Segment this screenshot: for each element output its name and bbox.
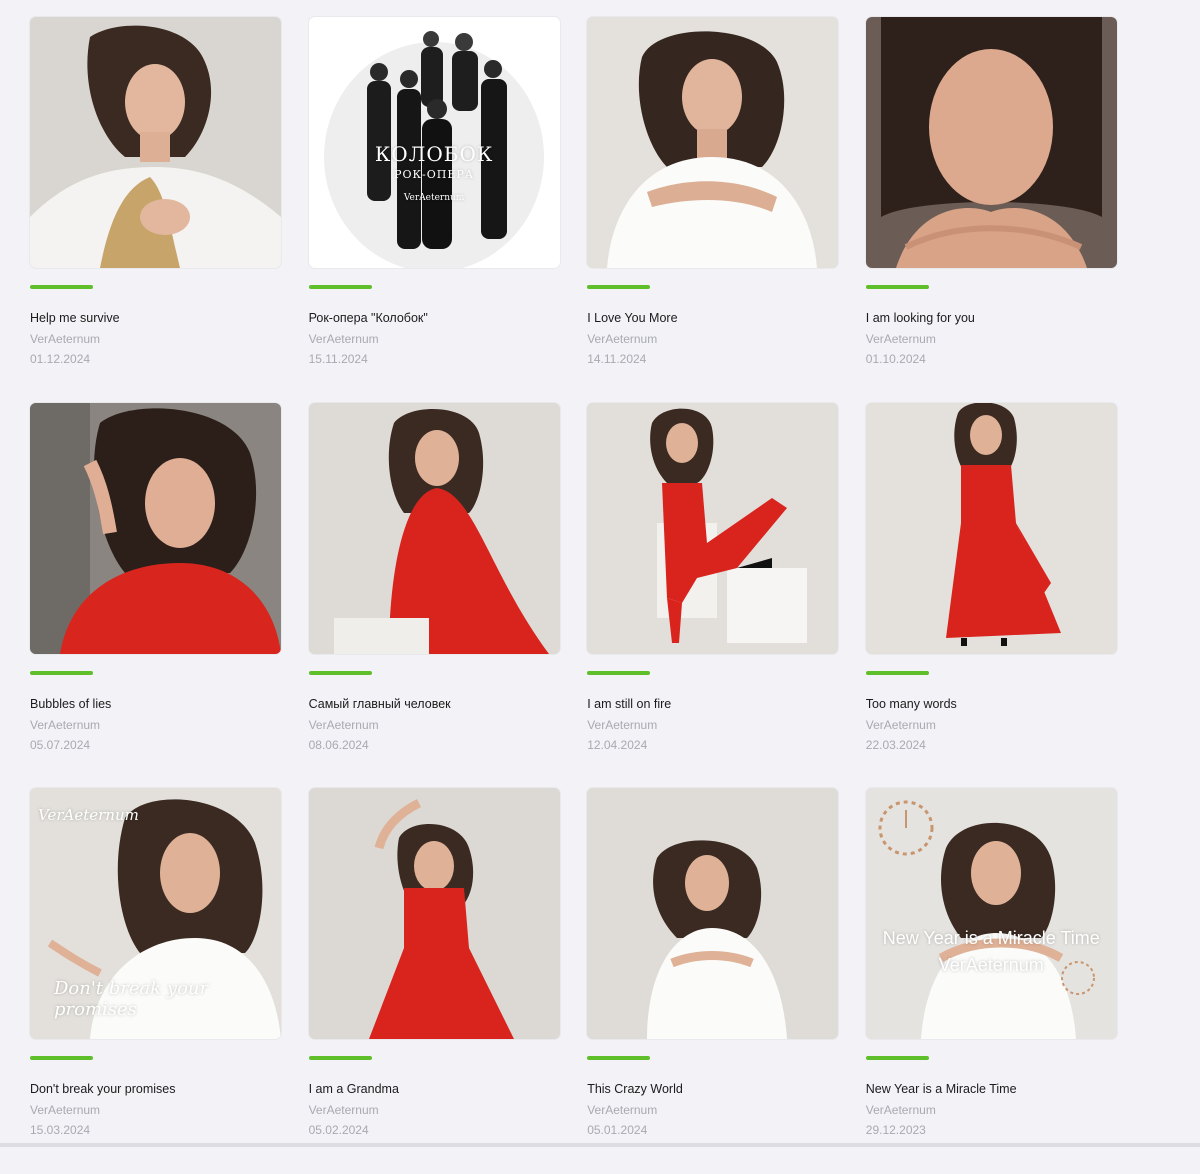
accent-bar — [587, 1056, 651, 1060]
album-date: 22.03.2024 — [865, 737, 926, 752]
album-date: 01.10.2024 — [865, 352, 926, 366]
album-cover[interactable] — [587, 788, 839, 1039]
album-card[interactable]: VerAeternum Don't break your promises Do… — [30, 788, 281, 1174]
album-title[interactable]: Don't break your promises — [30, 1082, 176, 1096]
accent-bar — [587, 285, 651, 289]
album-title[interactable]: This Crazy World — [587, 1082, 683, 1096]
cover-image — [865, 402, 1117, 654]
album-date: 01.12.2024 — [30, 352, 91, 366]
cover-overlay-brand: VerAeternum — [403, 193, 465, 203]
album-title[interactable]: Bubbles of lies — [30, 697, 111, 711]
cover-overlay-caption: Don't break your promises — [54, 978, 209, 1020]
album-artist[interactable]: VerAeternum — [30, 718, 100, 732]
album-artist[interactable]: VerAeternum — [587, 718, 657, 732]
album-artist[interactable]: VerAeternum — [309, 718, 379, 732]
album-cover[interactable] — [30, 17, 281, 268]
accent-bar — [308, 285, 372, 289]
cover-image — [587, 17, 839, 268]
album-artist[interactable]: VerAeternum — [30, 1103, 100, 1117]
album-title[interactable]: New Year is a Miracle Time — [866, 1082, 1017, 1096]
album-card[interactable]: I am a Grandma VerAeternum 05.02.2024 — [308, 788, 560, 1174]
album-date: 15.03.2024 — [30, 1123, 91, 1137]
album-artist[interactable]: VerAeternum — [587, 332, 657, 346]
album-card[interactable]: I am looking for you VerAeternum 01.10.2… — [865, 17, 1117, 403]
album-date: 05.02.2024 — [308, 1123, 369, 1137]
accent-bar — [30, 285, 93, 289]
album-cover[interactable] — [865, 17, 1117, 268]
album-artist[interactable]: VerAeternum — [309, 1103, 379, 1117]
album-artist[interactable]: VerAeternum — [866, 332, 936, 346]
album-card[interactable]: Самый главный человек VerAeternum 08.06.… — [308, 402, 560, 789]
album-title[interactable]: I am still on fire — [587, 697, 671, 711]
album-card[interactable]: I Love You More VerAeternum 14.11.2024 — [587, 17, 839, 403]
album-grid: Help me survive VerAeternum 01.12.2024 К… — [30, 17, 1117, 1174]
cover-image — [865, 17, 1117, 268]
album-artist[interactable]: VerAeternum — [30, 332, 100, 346]
album-date: 12.04.2024 — [587, 737, 648, 752]
cover-overlay-brand: VerAeternum — [38, 806, 139, 824]
cover-image — [30, 402, 281, 654]
album-date: 08.06.2024 — [308, 737, 369, 752]
album-cover[interactable]: VerAeternum Don't break your promises — [30, 788, 281, 1039]
album-cover[interactable]: New Year is a Miracle Time VerAeternum — [865, 788, 1117, 1039]
album-date: 05.07.2024 — [30, 737, 91, 752]
horizontal-scrollbar[interactable] — [0, 1143, 1200, 1147]
album-artist[interactable]: VerAeternum — [587, 1103, 657, 1117]
album-card[interactable]: This Crazy World VerAeternum 05.01.2024 — [587, 788, 839, 1174]
album-cover[interactable] — [587, 17, 839, 268]
cover-overlay-subtitle: РОК-ОПЕРА — [394, 168, 475, 181]
accent-bar — [30, 1056, 93, 1060]
album-card[interactable]: I am still on fire VerAeternum 12.04.202… — [587, 402, 839, 789]
album-cover[interactable]: КОЛОБОК РОК-ОПЕРА VerAeternum — [308, 17, 560, 268]
album-cover[interactable] — [865, 402, 1117, 654]
cover-image — [587, 788, 839, 1039]
accent-bar — [587, 670, 651, 675]
cover-overlay-line1: New Year is a Miracle Time — [882, 928, 1100, 948]
accent-bar — [865, 670, 929, 675]
album-card[interactable]: Too many words VerAeternum 22.03.2024 — [865, 402, 1117, 789]
album-date: 29.12.2023 — [865, 1123, 926, 1137]
album-artist[interactable]: VerAeternum — [866, 1103, 936, 1117]
accent-bar — [308, 1056, 372, 1060]
album-title[interactable]: I Love You More — [587, 311, 677, 325]
album-date: 05.01.2024 — [587, 1123, 648, 1137]
album-artist[interactable]: VerAeternum — [866, 718, 936, 732]
album-card[interactable]: КОЛОБОК РОК-ОПЕРА VerAeternum Рок-опера … — [308, 17, 560, 403]
album-title[interactable]: Рок-опера "Колобок" — [309, 311, 428, 325]
cover-overlay-title: КОЛОБОК — [374, 142, 494, 166]
accent-bar — [865, 1056, 929, 1060]
album-title[interactable]: I am a Grandma — [309, 1082, 399, 1096]
album-cover[interactable] — [30, 402, 281, 654]
album-date: 15.11.2024 — [308, 352, 368, 366]
album-cover[interactable] — [308, 788, 560, 1039]
album-title[interactable]: Самый главный человек — [309, 697, 451, 711]
cover-image — [865, 788, 1117, 1039]
accent-bar — [865, 285, 929, 289]
cover-overlay-line2: VerAeternum — [938, 955, 1044, 975]
album-artist[interactable]: VerAeternum — [309, 332, 379, 346]
cover-image — [308, 788, 560, 1039]
album-card[interactable]: Help me survive VerAeternum 01.12.2024 — [30, 17, 281, 403]
album-card[interactable]: Bubbles of lies VerAeternum 05.07.2024 — [30, 402, 281, 789]
accent-bar — [30, 670, 93, 675]
album-cover[interactable] — [308, 402, 560, 654]
album-title[interactable]: Too many words — [866, 697, 957, 711]
cover-image — [587, 402, 839, 654]
cover-image — [308, 402, 560, 654]
album-card[interactable]: New Year is a Miracle Time VerAeternum N… — [865, 788, 1117, 1174]
album-date: 14.11.2024 — [587, 352, 647, 366]
album-title[interactable]: I am looking for you — [866, 311, 975, 325]
accent-bar — [308, 670, 372, 675]
cover-image — [30, 17, 281, 268]
album-cover[interactable] — [587, 402, 839, 654]
album-title[interactable]: Help me survive — [30, 311, 120, 325]
